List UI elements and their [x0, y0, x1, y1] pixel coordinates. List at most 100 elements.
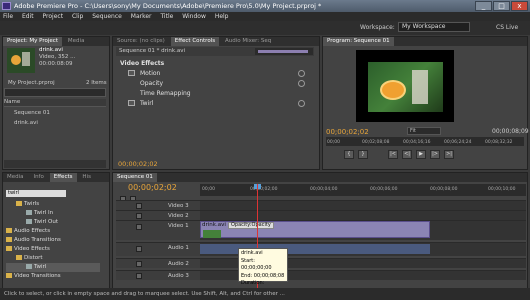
track-area-video-3[interactable]: [200, 200, 526, 210]
timeline-ruler[interactable]: [200, 184, 526, 196]
speaker-icon[interactable]: [136, 261, 142, 267]
menu-title[interactable]: Title: [160, 13, 173, 20]
mark-out-button[interactable]: }: [358, 150, 368, 159]
items-count: 2 Items: [86, 80, 107, 86]
menu-sequence[interactable]: Sequence: [92, 13, 122, 20]
list-item-sequence[interactable]: Sequence 01: [4, 108, 106, 118]
tree-label: Audio Effects: [14, 228, 51, 234]
folder-icon: [16, 255, 22, 260]
ruler-tick-label: 00;02;08;08: [362, 140, 390, 145]
tab-source[interactable]: Source: (no clips): [113, 37, 169, 46]
minimize-button[interactable]: _: [475, 1, 492, 11]
premiere-logo-icon: [2, 2, 11, 10]
clip-info: Video, 352 ...: [39, 54, 76, 60]
workspace-label: Workspace:: [360, 24, 395, 31]
workspace-select[interactable]: My Workspace: [398, 22, 470, 32]
menu-window[interactable]: Window: [182, 13, 206, 20]
project-panel-footer: [4, 160, 106, 168]
track-video-1[interactable]: Video 1: [116, 220, 200, 240]
ruler-tick-label: 00;00;08;00: [430, 187, 458, 192]
tree-folder-audio-transitions[interactable]: Audio Transitions: [6, 236, 108, 245]
tab-effect-controls[interactable]: Effect Controls: [170, 37, 220, 46]
clip-thumbnail: [203, 230, 221, 238]
effect-twirl[interactable]: Twirl: [116, 98, 314, 109]
step-back-button[interactable]: <|: [402, 150, 412, 159]
play-button[interactable]: ▶: [416, 150, 426, 159]
speaker-icon[interactable]: [136, 246, 142, 252]
eye-icon[interactable]: [136, 213, 142, 219]
project-file-name: My Project.prproj: [8, 80, 55, 86]
tree-folder-distort[interactable]: Distort: [6, 254, 108, 263]
folder-icon: [6, 237, 12, 242]
ruler-tick-label: 00;00;10;00: [488, 187, 516, 192]
tab-project[interactable]: Project: My Project: [3, 37, 62, 46]
tree-folder-audio-effects[interactable]: Audio Effects: [6, 227, 108, 236]
tree-label: Twirls: [24, 201, 40, 207]
zoom-fit-select[interactable]: Fit: [407, 127, 441, 135]
eye-icon[interactable]: [136, 224, 142, 230]
twirl-effect-icon: [128, 100, 135, 106]
menu-edit[interactable]: Edit: [22, 13, 34, 20]
menu-file[interactable]: File: [3, 13, 13, 20]
tree-label: Distort: [24, 255, 43, 261]
tree-item-twirl[interactable]: Twirl: [6, 263, 100, 272]
tab-effects[interactable]: Effects: [49, 173, 77, 182]
glass-graphic: [412, 70, 428, 104]
tree-folder-video-effects[interactable]: Video Effects: [6, 245, 108, 254]
track-video-2[interactable]: Video 2: [116, 210, 200, 220]
tab-media[interactable]: Media: [64, 37, 89, 46]
go-to-out-button[interactable]: >|: [444, 150, 454, 159]
maximize-button[interactable]: □: [493, 1, 510, 11]
transition-icon: [26, 219, 32, 224]
mark-in-button[interactable]: {: [344, 150, 354, 159]
project-search-input[interactable]: [4, 88, 106, 97]
tree-item-twirl-in[interactable]: Twirl In: [6, 209, 108, 218]
tab-info[interactable]: Info: [29, 173, 47, 182]
go-to-in-button[interactable]: |<: [388, 150, 398, 159]
reset-opacity-icon[interactable]: [298, 80, 305, 87]
tree-label: Audio Transitions: [14, 237, 61, 243]
effects-search-input[interactable]: twirl: [6, 190, 66, 197]
reset-twirl-icon[interactable]: [298, 100, 305, 107]
tab-program[interactable]: Program: Sequence 01: [323, 37, 394, 46]
menu-marker[interactable]: Marker: [131, 13, 152, 20]
tab-sequence[interactable]: Sequence 01: [113, 173, 157, 182]
menu-project[interactable]: Project: [43, 13, 64, 20]
cs-live-button[interactable]: CS Live: [496, 24, 518, 31]
clip-duration: 00:00:08:09: [39, 61, 73, 67]
track-audio-1[interactable]: Audio 1: [116, 242, 200, 256]
tooltip-end: End: 00;00;08;08: [241, 272, 285, 279]
menu-help[interactable]: Help: [215, 13, 229, 20]
track-video-3[interactable]: Video 3: [116, 200, 200, 210]
tree-folder-video-transitions[interactable]: Video Transitions: [6, 272, 108, 281]
orange-slice-graphic: [11, 55, 21, 65]
effect-controls-timecode[interactable]: 00;00;02;02: [118, 160, 158, 168]
audio-clip[interactable]: [200, 244, 430, 254]
tree-label: Video Transitions: [14, 273, 61, 279]
ruler-tick-label: 00;00;06;00: [370, 187, 398, 192]
clip-opacity-dropdown[interactable]: Opacity:Opacity: [228, 222, 274, 229]
speaker-icon[interactable]: [136, 273, 142, 279]
folder-icon: [6, 246, 12, 251]
reset-motion-icon[interactable]: [298, 70, 305, 77]
list-item-clip[interactable]: drink.avi: [4, 118, 106, 128]
close-button[interactable]: x: [511, 1, 528, 11]
track-audio-3[interactable]: Audio 3: [116, 270, 200, 280]
menu-clip[interactable]: Clip: [72, 13, 83, 20]
tree-item-twirl-out[interactable]: Twirl Out: [6, 218, 108, 227]
program-current-time[interactable]: 00;00;02;02: [326, 128, 369, 136]
timeline-timecode[interactable]: 00;00;02;02: [128, 183, 177, 192]
name-column-header[interactable]: Name: [4, 99, 106, 107]
window-title: Adobe Premiere Pro - C:\Users\sony\My Do…: [0, 0, 530, 12]
tree-folder-twirls[interactable]: Twirls: [6, 200, 108, 209]
track-area-video-2[interactable]: [200, 210, 526, 220]
track-audio-2[interactable]: Audio 2: [116, 258, 200, 268]
tab-history[interactable]: His: [78, 173, 95, 182]
tab-audio-mixer[interactable]: Audio Mixer: Seq: [221, 37, 275, 46]
tab-media-browser[interactable]: Media: [3, 173, 28, 182]
tree-label: Twirl In: [34, 210, 54, 216]
motion-effect-icon: [128, 70, 135, 76]
step-forward-button[interactable]: |>: [430, 150, 440, 159]
glass-graphic: [22, 52, 30, 66]
eye-icon[interactable]: [136, 203, 142, 209]
